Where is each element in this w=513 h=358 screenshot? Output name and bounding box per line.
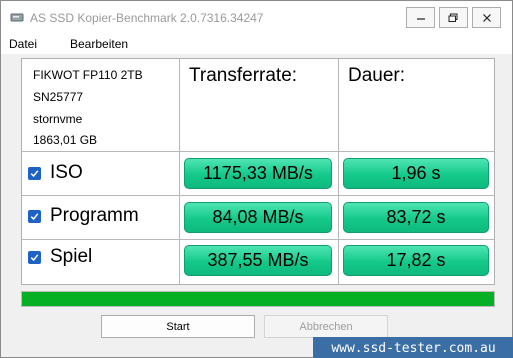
menu-datei[interactable]: Datei bbox=[9, 37, 37, 51]
device-driver: stornvme bbox=[33, 112, 83, 126]
check-icon bbox=[30, 253, 39, 261]
close-button[interactable] bbox=[472, 7, 501, 28]
device-serial: SN25777 bbox=[33, 90, 84, 104]
device-model: FIKWOT FP110 2TB bbox=[33, 68, 143, 82]
row-label-text: Programm bbox=[50, 205, 139, 226]
close-icon bbox=[482, 13, 491, 22]
app-window: AS SSD Kopier-Benchmark 2.0.7316.34247 D… bbox=[0, 0, 513, 358]
menu-bearbeiten[interactable]: Bearbeiten bbox=[70, 37, 128, 51]
title-bar: AS SSD Kopier-Benchmark 2.0.7316.34247 bbox=[1, 1, 512, 34]
minimize-button[interactable] bbox=[406, 7, 435, 28]
results-grid: FIKWOT FP110 2TB SN25777 stornvme 1863,0… bbox=[21, 58, 495, 285]
result-iso-duration: 1,96 s bbox=[343, 158, 489, 189]
checkbox-spiel[interactable] bbox=[28, 250, 41, 264]
maximize-button[interactable] bbox=[439, 7, 468, 28]
check-icon bbox=[30, 169, 39, 177]
row-label-text: Spiel bbox=[50, 246, 93, 267]
row-spiel-label[interactable]: Spiel bbox=[28, 246, 92, 268]
minimize-icon bbox=[416, 17, 425, 20]
progress-bar bbox=[21, 291, 495, 307]
abort-button[interactable]: Abbrechen bbox=[264, 315, 388, 338]
header-transferrate: Transferrate: bbox=[189, 65, 298, 86]
grid-divider bbox=[22, 151, 494, 152]
menu-bar: Datei Bearbeiten bbox=[1, 34, 512, 54]
result-programm-transfer: 84,08 MB/s bbox=[184, 202, 332, 233]
result-spiel-transfer: 387,55 MB/s bbox=[184, 245, 332, 276]
window-title: AS SSD Kopier-Benchmark 2.0.7316.34247 bbox=[30, 11, 264, 25]
row-iso-label[interactable]: ISO bbox=[28, 162, 83, 184]
check-icon bbox=[30, 212, 39, 220]
device-size: 1863,01 GB bbox=[33, 133, 98, 147]
watermark: www.ssd-tester.com.au bbox=[313, 337, 513, 358]
row-programm-label[interactable]: Programm bbox=[28, 205, 139, 227]
grid-divider bbox=[338, 59, 339, 284]
start-button[interactable]: Start bbox=[101, 315, 255, 338]
result-programm-duration: 83,72 s bbox=[343, 202, 489, 233]
grid-divider bbox=[22, 195, 494, 196]
app-drive-icon bbox=[10, 10, 24, 24]
restore-icon bbox=[448, 13, 458, 22]
result-spiel-duration: 17,82 s bbox=[343, 245, 489, 276]
header-dauer: Dauer: bbox=[348, 65, 406, 86]
row-label-text: ISO bbox=[50, 162, 83, 183]
checkbox-iso[interactable] bbox=[28, 166, 41, 180]
checkbox-programm[interactable] bbox=[28, 209, 41, 223]
grid-divider bbox=[179, 59, 180, 284]
grid-divider bbox=[22, 239, 494, 240]
progress-fill bbox=[22, 292, 494, 306]
result-iso-transfer: 1175,33 MB/s bbox=[184, 158, 332, 189]
